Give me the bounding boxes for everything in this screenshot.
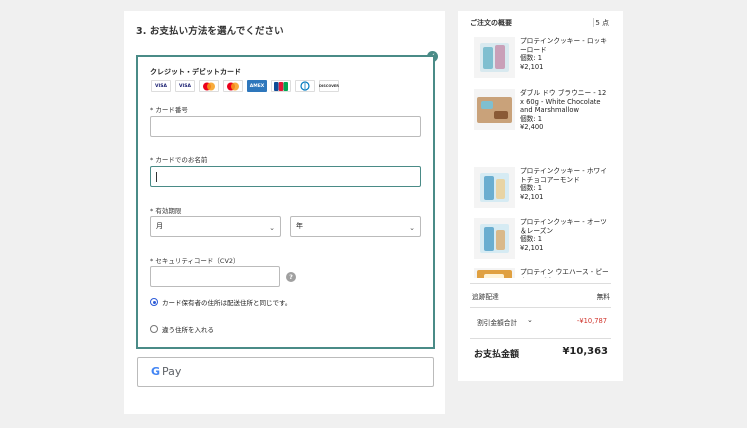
text-cursor	[156, 172, 157, 182]
help-icon[interactable]: ?	[286, 272, 296, 282]
product-image	[474, 268, 515, 278]
item-price: ¥2,101	[520, 62, 544, 71]
jcb-logo-icon	[271, 80, 291, 92]
chevron-down-icon: ⌄	[409, 224, 415, 232]
item-qty: 個数: 1	[520, 235, 543, 244]
radio-unselected-icon[interactable]	[150, 325, 158, 333]
summary-divider	[593, 18, 594, 27]
diners-logo-icon	[295, 80, 315, 92]
item-qty: 個数: 1	[520, 114, 543, 123]
item-price: ¥2,400	[520, 123, 544, 132]
card-logos: VISA VISA AMEX DISCOVER	[151, 80, 339, 92]
discount-value: -¥10,787	[576, 317, 607, 325]
discount-label: 割引金額合計	[477, 319, 518, 327]
item-qty: 個数: 1	[520, 184, 543, 193]
product-image	[474, 37, 515, 78]
chevron-down-icon: ⌄	[269, 224, 275, 232]
shipping-value: 無料	[596, 293, 610, 301]
step-title: 3. お支払い方法を選んでください	[136, 26, 284, 37]
same-address-option[interactable]: カード保有者の住所は配送住所と同じです。	[150, 297, 291, 307]
expiry-year-select[interactable]: 年 ⌄	[290, 216, 421, 237]
item-price: ¥2,101	[520, 192, 544, 201]
order-summary-panel: ご注文の概要 5 点 プロテインクッキー - ロッキーロード 個数: 1 ¥2,…	[458, 11, 623, 381]
security-code-label: * セキュリティコード（CV2）	[150, 257, 240, 265]
visa-logo-icon: VISA	[151, 80, 171, 92]
product-image	[474, 218, 515, 259]
item-name: プロテインクッキー - ロッキーロード	[520, 37, 607, 54]
radio-selected-icon[interactable]	[150, 298, 158, 306]
different-address-label: 違う住所を入れる	[162, 326, 214, 334]
card-name-input[interactable]	[150, 166, 421, 187]
order-item-list[interactable]: プロテインクッキー - ロッキーロード 個数: 1 ¥2,101 ダブル ドウ …	[470, 37, 615, 278]
item-qty: 個数: 1	[520, 54, 543, 63]
divider	[470, 307, 611, 308]
card-method-title: クレジット・デビットカード	[150, 68, 241, 76]
item-name: プロテインクッキー - ホワイトチョコアーモンド	[520, 167, 607, 184]
card-payment-option[interactable]: クレジット・デビットカード VISA VISA AMEX DISCOVER * …	[136, 55, 435, 349]
mastercard-logo-icon	[199, 80, 219, 92]
google-g-icon: G	[151, 365, 161, 378]
item-name: プロテイン ウエハース - ピーナッツバター	[520, 268, 609, 278]
expiry-label: * 有効期限	[150, 207, 182, 215]
chevron-down-icon[interactable]: ⌄	[527, 316, 533, 324]
total-value: ¥10,363	[562, 346, 608, 357]
divider	[470, 283, 611, 284]
item-name: プロテインクッキー - オーツ＆レーズン	[520, 218, 607, 235]
payment-panel: 3. お支払い方法を選んでください ✓ クレジット・デビットカード VISA V…	[124, 11, 445, 414]
card-number-label: * カード番号	[150, 106, 188, 114]
item-price: ¥2,101	[520, 243, 544, 252]
total-label: お支払金額	[474, 350, 520, 360]
item-count: 5 点	[595, 19, 609, 27]
google-pay-button[interactable]: G Pay	[137, 357, 434, 387]
discover-logo-icon: DISCOVER	[319, 80, 339, 92]
mastercard-logo-icon	[223, 80, 243, 92]
different-address-option[interactable]: 違う住所を入れる	[150, 324, 214, 334]
same-address-label: カード保有者の住所は配送住所と同じです。	[162, 299, 292, 307]
product-image	[474, 89, 515, 130]
item-name: ダブル ドウ ブラウニー - 12 x 60g - White Chocolat…	[520, 89, 607, 115]
expiry-month-select[interactable]: 月 ⌄	[150, 216, 281, 237]
divider	[470, 338, 611, 339]
card-number-input[interactable]	[150, 116, 421, 137]
amex-logo-icon: AMEX	[247, 80, 267, 92]
shipping-label: 追跡配達	[472, 293, 499, 301]
card-name-label: * カードでのお名前	[150, 156, 208, 164]
summary-title: ご注文の概要	[470, 19, 512, 27]
visa-logo-icon: VISA	[175, 80, 195, 92]
security-code-input[interactable]	[150, 266, 280, 287]
product-image	[474, 167, 515, 208]
